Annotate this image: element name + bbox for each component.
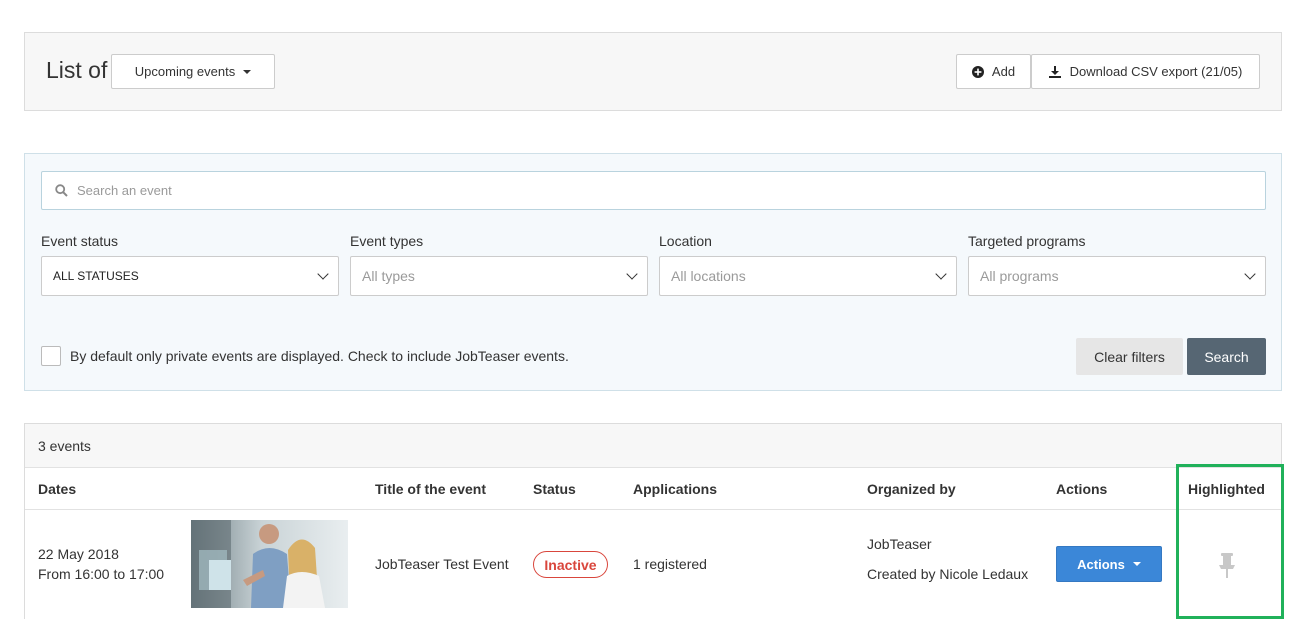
plus-circle-icon xyxy=(971,65,984,78)
download-csv-label: Download CSV export (21/05) xyxy=(1069,64,1243,79)
caret-down-icon xyxy=(1132,562,1141,566)
event-view-label: Upcoming events xyxy=(134,64,236,79)
search-input[interactable] xyxy=(77,183,1227,198)
chevron-down-icon xyxy=(626,268,638,280)
column-header-title: Title of the event xyxy=(375,481,486,497)
add-button[interactable]: Add xyxy=(956,54,1031,89)
event-view-dropdown[interactable]: Upcoming events xyxy=(111,54,275,89)
targeted-programs-select[interactable]: All programs xyxy=(968,256,1266,296)
search-button[interactable]: Search xyxy=(1187,338,1266,375)
filter-panel: Event status ALL STATUSES Event types Al… xyxy=(24,153,1282,391)
pin-icon[interactable] xyxy=(1216,553,1238,579)
chevron-down-icon xyxy=(1244,268,1256,280)
event-status-select[interactable]: ALL STATUSES xyxy=(41,256,339,296)
event-thumbnail[interactable] xyxy=(191,520,348,608)
add-button-label: Add xyxy=(991,64,1016,79)
caret-down-icon xyxy=(243,69,252,74)
highlighted-column-outline xyxy=(1176,464,1284,619)
results-count: 3 events xyxy=(25,424,1281,468)
event-status-value: ALL STATUSES xyxy=(53,269,139,283)
chevron-down-icon xyxy=(935,268,947,280)
created-by: Created by Nicole Ledaux xyxy=(867,566,1029,582)
header-divider xyxy=(25,509,1281,510)
event-status-label: Event status xyxy=(41,233,119,249)
download-icon xyxy=(1048,65,1061,78)
event-photo xyxy=(191,520,348,608)
column-header-status: Status xyxy=(533,481,576,497)
page-header: List of Upcoming events Add Download CSV… xyxy=(24,32,1282,111)
page-title: List of xyxy=(46,57,108,83)
location-label: Location xyxy=(659,233,712,249)
event-types-value: All types xyxy=(362,268,415,284)
event-time: From 16:00 to 17:00 xyxy=(38,566,165,582)
targeted-programs-label: Targeted programs xyxy=(968,233,1086,249)
include-jobteaser-row: By default only private events are displ… xyxy=(41,346,569,366)
event-types-select[interactable]: All types xyxy=(350,256,648,296)
column-header-applications: Applications xyxy=(633,481,718,497)
column-header-organized-by: Organized by xyxy=(867,481,956,497)
include-jobteaser-text: By default only private events are displ… xyxy=(70,348,569,364)
location-value: All locations xyxy=(671,268,746,284)
column-header-dates: Dates xyxy=(38,481,77,497)
targeted-programs-value: All programs xyxy=(980,268,1059,284)
search-icon xyxy=(55,184,68,197)
results-table: 3 events Dates Title of the event Status… xyxy=(24,423,1282,619)
status-badge: Inactive xyxy=(533,551,608,578)
event-title[interactable]: JobTeaser Test Event xyxy=(375,556,509,572)
event-date: 22 May 2018 xyxy=(38,546,119,562)
download-csv-button[interactable]: Download CSV export (21/05) xyxy=(1031,54,1260,89)
event-applications: 1 registered xyxy=(633,556,707,572)
include-jobteaser-checkbox[interactable] xyxy=(41,346,61,366)
actions-button-label: Actions xyxy=(1077,556,1125,572)
column-header-actions: Actions xyxy=(1056,481,1108,497)
clear-filters-button[interactable]: Clear filters xyxy=(1076,338,1183,375)
chevron-down-icon xyxy=(317,268,329,280)
event-types-label: Event types xyxy=(350,233,424,249)
actions-dropdown-button[interactable]: Actions xyxy=(1056,546,1162,582)
search-box xyxy=(41,171,1266,210)
organizer-name: JobTeaser xyxy=(867,536,932,552)
location-select[interactable]: All locations xyxy=(659,256,957,296)
